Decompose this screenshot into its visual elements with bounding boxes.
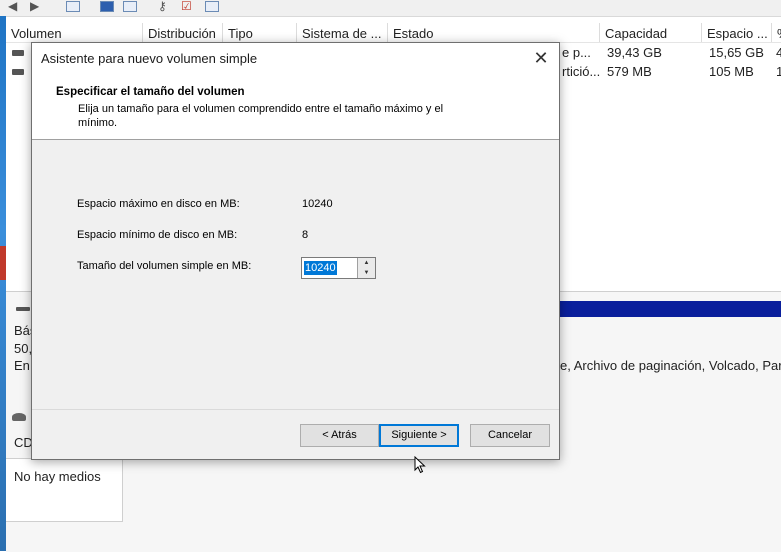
checkmark-icon[interactable]: ☑: [181, 0, 192, 12]
partition-header-bar: [560, 301, 781, 317]
list-icon[interactable]: [205, 1, 219, 12]
toolbar: ◀ ▶ ⚷ ☑: [0, 0, 781, 17]
column-percent[interactable]: %: [772, 23, 781, 42]
drive-icon: [12, 69, 24, 75]
column-estado[interactable]: Estado: [388, 23, 600, 42]
cell-estado: e p...: [562, 45, 591, 60]
volume-size-stepper[interactable]: 10240 ▲ ▼: [301, 257, 376, 279]
wizard-page-subtitle: Elija un tamaño para el volumen comprend…: [78, 103, 444, 129]
cancel-button[interactable]: Cancelar: [470, 424, 550, 447]
desktop-edge-segment: [0, 246, 6, 280]
min-size-value: 8: [302, 229, 309, 241]
properties-icon[interactable]: [123, 1, 137, 12]
cell-espacio: 15,65 GB: [709, 45, 764, 60]
volume-size-input[interactable]: 10240: [304, 261, 337, 275]
column-volumen[interactable]: Volumen: [6, 23, 143, 42]
console-tree-icon[interactable]: [66, 1, 80, 12]
wizard-page-title: Especificar el tamaño del volumen: [56, 86, 245, 98]
disk0-size-label: 50,: [14, 341, 33, 356]
back-button[interactable]: < Atrás: [300, 424, 379, 447]
cell-capacidad: 579 MB: [607, 64, 652, 79]
volume-list-header: Volumen Distribución Tipo Sistema de ...…: [6, 23, 781, 43]
back-arrow-icon[interactable]: ◀: [8, 0, 17, 12]
dialog-titlebar[interactable]: Asistente para nuevo volumen simple ✕: [32, 43, 559, 73]
cell-percent: 1: [776, 64, 781, 79]
column-distribucion[interactable]: Distribución: [143, 23, 223, 42]
partition-status-text[interactable]: e, Archivo de paginación, Volcado, Parti…: [560, 358, 781, 373]
max-size-value: 10240: [302, 198, 333, 210]
column-sistema[interactable]: Sistema de ...: [297, 23, 388, 42]
cell-capacidad: 39,43 GB: [607, 45, 662, 60]
cell-percent: 4: [776, 45, 781, 60]
column-capacidad[interactable]: Capacidad: [600, 23, 702, 42]
stepper-down-icon[interactable]: ▼: [358, 268, 375, 278]
min-size-label: Espacio mínimo de disco en MB:: [77, 229, 238, 241]
no-media-label: No hay medios: [14, 469, 101, 484]
wizard-header: Especificar el tamaño del volumen Elija …: [32, 73, 559, 140]
stepper-buttons: ▲ ▼: [357, 258, 375, 278]
mouse-pointer-icon: [414, 456, 426, 474]
disk0-status-label: En: [14, 358, 30, 373]
footer-divider: [32, 409, 559, 410]
dialog-title: Asistente para nuevo volumen simple: [41, 51, 258, 66]
cell-estado: rtició...: [562, 64, 601, 79]
close-icon[interactable]: ✕: [529, 47, 553, 69]
next-button[interactable]: Siguiente >: [379, 424, 459, 447]
cd-media-box[interactable]: [6, 458, 123, 522]
help-icon[interactable]: [100, 1, 114, 12]
new-simple-volume-wizard: Asistente para nuevo volumen simple ✕ Es…: [31, 42, 560, 460]
cd-drive-icon: [12, 413, 26, 421]
column-espacio[interactable]: Espacio ...: [702, 23, 772, 42]
drive-icon: [12, 50, 24, 56]
max-size-label: Espacio máximo en disco en MB:: [77, 198, 240, 210]
key-icon[interactable]: ⚷: [158, 0, 167, 12]
cd-label: CD: [14, 435, 33, 450]
disk-icon: [16, 307, 30, 311]
column-tipo[interactable]: Tipo: [223, 23, 297, 42]
cell-espacio: 105 MB: [709, 64, 754, 79]
forward-arrow-icon[interactable]: ▶: [30, 0, 39, 12]
volume-size-label: Tamaño del volumen simple en MB:: [77, 260, 252, 272]
